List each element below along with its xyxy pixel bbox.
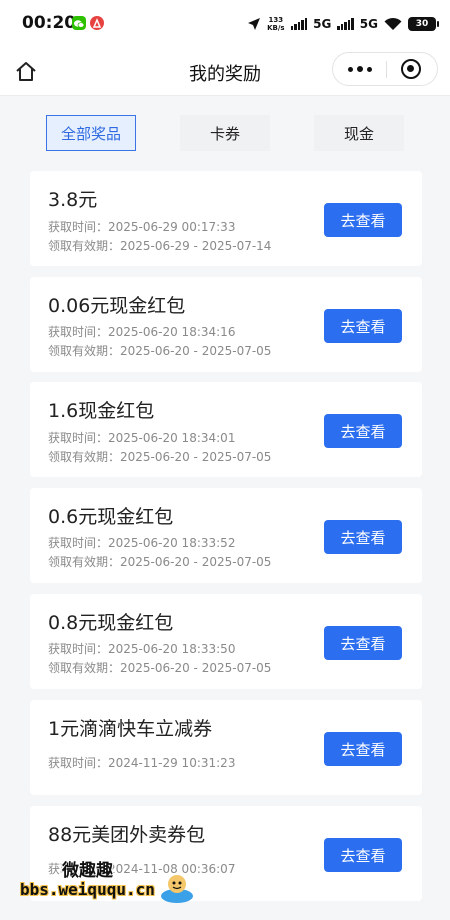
status-icons: 133 KB/s 5G 5G 30 — [247, 14, 439, 34]
battery-icon: 30 — [408, 17, 439, 31]
tab-all-rewards[interactable]: 全部奖品 — [46, 115, 136, 151]
reward-validity: 领取有效期：2025-06-20 - 2025-07-05 — [48, 661, 272, 675]
status-bar: 00:20 133 KB/s 5G 5G 30 — [0, 0, 450, 48]
watermark-url: bbs.weiququ.cn — [20, 880, 155, 899]
mini-program-capsule — [332, 52, 438, 86]
view-reward-button[interactable]: 去查看 — [324, 414, 402, 448]
location-arrow-icon — [248, 18, 261, 30]
reward-title: 0.8元现金红包 — [48, 612, 174, 634]
tab-cash[interactable]: 现金 — [314, 115, 404, 151]
reward-card: 0.6元现金红包 获取时间：2025-06-20 18:33:52 领取有效期：… — [30, 488, 422, 583]
reward-title: 88元美团外卖券包 — [48, 824, 206, 846]
reward-obtained-time: 获取时间：2025-06-20 18:34:01 — [48, 431, 236, 445]
signal-icon — [337, 18, 354, 30]
app-notification-icon — [90, 16, 104, 30]
mini-program-close-icon[interactable] — [385, 53, 437, 85]
tab-coupons[interactable]: 卡券 — [180, 115, 270, 151]
reward-validity: 领取有效期：2025-06-20 - 2025-07-05 — [48, 450, 272, 464]
reward-title: 1.6现金红包 — [48, 400, 155, 422]
reward-card: 3.8元 获取时间：2025-06-29 00:17:33 领取有效期：2025… — [30, 171, 422, 266]
network-type: 5G — [313, 17, 332, 31]
view-reward-button[interactable]: 去查看 — [324, 309, 402, 343]
reward-card: 0.8元现金红包 获取时间：2025-06-20 18:33:50 领取有效期：… — [30, 594, 422, 689]
reward-title: 3.8元 — [48, 189, 98, 211]
reward-obtained-time: 获取时间：2025-06-20 18:34:16 — [48, 325, 236, 339]
reward-title: 0.6元现金红包 — [48, 506, 174, 528]
reward-obtained-time: 获取时间：2025-06-29 00:17:33 — [48, 220, 236, 234]
wifi-icon — [384, 17, 402, 30]
reward-obtained-time: 获取时间：2024-11-29 10:31:23 — [48, 756, 236, 770]
reward-title: 1元滴滴快车立减券 — [48, 718, 213, 740]
network-type: 5G — [359, 17, 378, 31]
reward-obtained-time: 获取时间：2025-06-20 18:33:50 — [48, 642, 236, 656]
mascot-icon — [161, 875, 193, 903]
reward-validity: 领取有效期：2025-06-20 - 2025-07-05 — [48, 344, 272, 358]
status-time: 00:20 — [22, 13, 77, 33]
reward-card: 1元滴滴快车立减券 获取时间：2024-11-29 10:31:23 去查看 — [30, 700, 422, 795]
reward-title: 0.06元现金红包 — [48, 295, 186, 317]
reward-card: 1.6现金红包 获取时间：2025-06-20 18:34:01 领取有效期：2… — [30, 382, 422, 477]
wechat-icon — [72, 16, 86, 30]
view-reward-button[interactable]: 去查看 — [324, 732, 402, 766]
reward-validity: 领取有效期：2025-06-29 - 2025-07-14 — [48, 239, 272, 253]
signal-icon — [290, 18, 308, 30]
reward-validity: 领取有效期：2025-06-20 - 2025-07-05 — [48, 555, 272, 569]
view-reward-button[interactable]: 去查看 — [324, 203, 402, 237]
nav-bar: 我的奖励 — [0, 48, 450, 96]
view-reward-button[interactable]: 去查看 — [324, 520, 402, 554]
watermark-name: 微趣趣 — [62, 861, 113, 881]
reward-obtained-time: 获取时间：2025-06-20 18:33:52 — [48, 536, 236, 550]
view-reward-button[interactable]: 去查看 — [324, 838, 402, 872]
reward-tabs: 全部奖品 卡券 现金 — [0, 96, 450, 164]
forum-watermark: 微趣趣 bbs.weiququ.cn — [20, 852, 210, 912]
more-dots-icon[interactable] — [333, 53, 386, 85]
net-speed: 133 KB/s — [267, 16, 285, 32]
reward-card: 0.06元现金红包 获取时间：2025-06-20 18:34:16 领取有效期… — [30, 277, 422, 372]
view-reward-button[interactable]: 去查看 — [324, 626, 402, 660]
